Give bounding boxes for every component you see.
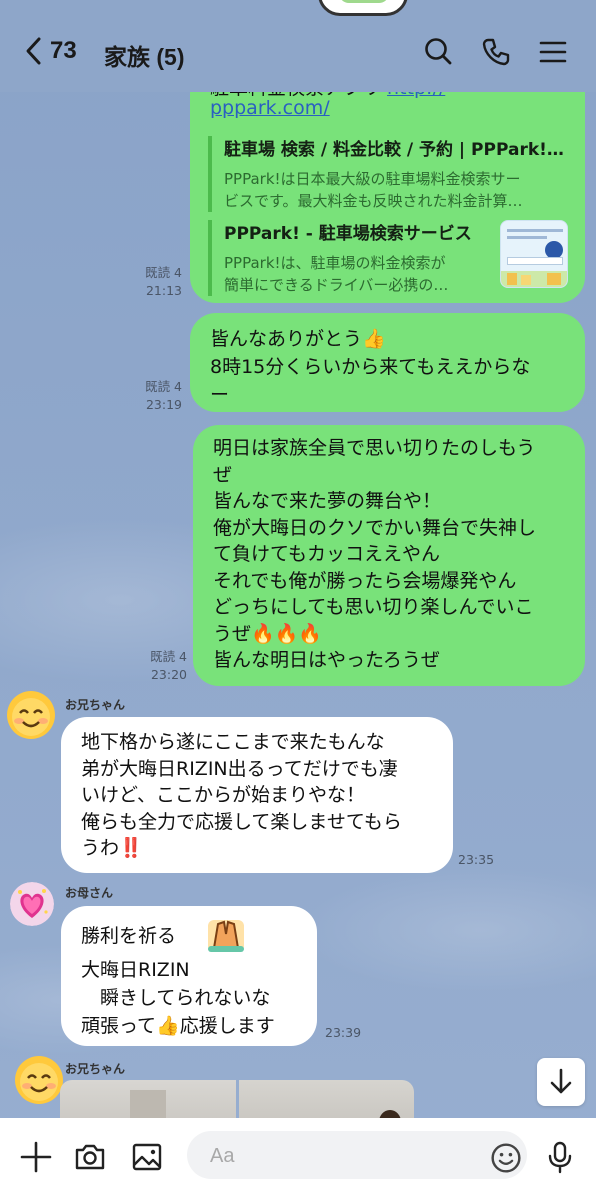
- shared-photo[interactable]: [239, 1080, 414, 1118]
- message-text: うわ: [81, 837, 120, 859]
- message-link-continued[interactable]: pppark.com/: [210, 94, 330, 122]
- message-text: 皆んな明日はやったろうぜ: [213, 649, 440, 671]
- message-text: 8時15分くらいから来てもええからな: [210, 356, 531, 378]
- sender-name: お兄ちゃん: [65, 1062, 126, 1076]
- read-receipt: 既読 4 21:13: [120, 264, 182, 300]
- message-text: 俺が大晦日のクソでかい舞台で失神し: [213, 516, 537, 539]
- link-preview-title: 駐車場 検索 / 料金比較 / 予約 | PPPark!…: [224, 140, 564, 160]
- unread-count: 73: [50, 37, 77, 64]
- image-icon: [132, 1143, 162, 1171]
- message-text: 皆んなで来た夢の舞台や！: [213, 490, 442, 512]
- image-picker-button[interactable]: [127, 1137, 167, 1177]
- message-input-bar: Aa: [0, 1118, 596, 1200]
- plus-icon: [20, 1141, 52, 1173]
- message-text: て負けてもカッコええやん: [213, 543, 441, 565]
- read-receipt: 既読 4 23:20: [125, 648, 187, 684]
- message-bubble[interactable]: 地下格から遂にここまで来たもんな 弟が大晦日RIZIN出るってだけでも凄 いけど…: [61, 717, 453, 873]
- message-input-placeholder: Aa: [210, 1145, 235, 1167]
- message-text: ぜ: [213, 463, 233, 486]
- message-text: いけど、ここからが始まりやな！: [81, 784, 366, 806]
- message-text: 大晦日RIZIN: [81, 959, 190, 981]
- message-bubble[interactable]: 勝利を祈る 大晦日RIZIN 瞬きしてられないな 頑張って👍応援します: [61, 906, 317, 1046]
- message-text: 地下格から遂にここまで来たもんな: [81, 731, 385, 753]
- avatar-big-brother[interactable]: [6, 690, 56, 740]
- message-text: 瞬きしてられないな: [81, 987, 271, 1009]
- hamburger-menu-icon: [539, 41, 567, 63]
- emoji-button[interactable]: [486, 1138, 522, 1174]
- emoji-icon: [491, 1143, 521, 1173]
- link-preview-description: ビスです。最大料金も反映された料金計算…: [224, 192, 523, 210]
- back-button[interactable]: 73: [22, 35, 77, 67]
- message-bubble[interactable]: 皆んなありがとう👍 8時15分くらいから来てもええからな ー: [190, 313, 585, 412]
- link-preview-thumbnail[interactable]: [500, 220, 568, 288]
- search-button[interactable]: [420, 34, 456, 70]
- phone-icon: [482, 38, 510, 66]
- link-preview-title: PPPark! - 駐車場検索サービス: [224, 224, 472, 244]
- message-time: 21:13: [145, 283, 182, 298]
- menu-button[interactable]: [535, 34, 571, 70]
- message-text: どっちにしても思い切り楽しんでいこ: [213, 596, 534, 618]
- call-button[interactable]: [478, 34, 514, 70]
- fire-emoji: 🔥🔥🔥: [251, 622, 322, 645]
- message-text: うぜ: [213, 622, 252, 645]
- link-preview-description: PPPark!は日本最大級の駐車場料金検索サー: [224, 170, 521, 188]
- message-text: 皆んなありがとう👍: [210, 328, 386, 350]
- chat-header: 73 家族 (5): [0, 0, 596, 92]
- message-time: 23:20: [150, 667, 187, 682]
- avatar-mother[interactable]: [10, 882, 54, 926]
- shared-photo[interactable]: [60, 1080, 236, 1118]
- sender-name: お兄ちゃん: [65, 698, 126, 712]
- message-bubble[interactable]: 明日は家族全員で思い切りたのしもう ぜ 皆んなで来た夢の舞台や！ 俺が大晦日のク…: [193, 425, 585, 686]
- message-input[interactable]: [187, 1131, 527, 1179]
- double-exclamation-emoji: ‼️: [119, 837, 143, 859]
- link-preview-description: 簡単にできるドライバー必携の…: [224, 276, 449, 294]
- message-text: ー: [210, 384, 230, 406]
- message-text: 俺らも全力で応援して楽しませてもら: [81, 810, 402, 833]
- chat-title: 家族 (5): [104, 44, 185, 70]
- avatar-big-brother[interactable]: [14, 1055, 64, 1105]
- microphone-icon: [548, 1141, 572, 1174]
- camera-button[interactable]: [70, 1137, 110, 1177]
- scroll-to-bottom-button[interactable]: [537, 1058, 585, 1106]
- praying-hands-sticker: [204, 914, 248, 954]
- partial-sticker: [318, 0, 408, 16]
- camera-icon: [75, 1144, 105, 1170]
- message-text: 勝利を祈る: [81, 925, 177, 947]
- sender-name: お母さん: [65, 886, 114, 900]
- add-attachment-button[interactable]: [16, 1137, 56, 1177]
- link-preview-card[interactable]: PPPark! - 駐車場検索サービス PPPark!は、駐車場の料金検索が 簡…: [208, 220, 494, 296]
- search-icon: [425, 38, 452, 65]
- message-text: それでも俺が勝ったら会場爆発やん: [213, 569, 517, 592]
- message-time: 23:35: [458, 852, 495, 867]
- arrow-down-icon: [550, 1068, 572, 1094]
- chevron-left-icon: [26, 37, 41, 65]
- voice-message-button[interactable]: [540, 1137, 580, 1177]
- message-text: 頑張って👍応援します: [81, 1015, 275, 1037]
- message-time: 23:39: [325, 1025, 362, 1040]
- message-text: 弟が大晦日RIZIN出るってだけでも凄: [81, 757, 398, 780]
- link-preview-description: PPPark!は、駐車場の料金検索が: [224, 254, 446, 272]
- message-text: 明日は家族全員で思い切りたのしもう: [213, 437, 536, 459]
- message-time: 23:19: [145, 397, 182, 412]
- chat-message-list[interactable]: 既読 4 21:13 駐車料金検索アプリ http:// pppark.com/…: [0, 0, 596, 1118]
- read-receipt: 既読 4 23:19: [120, 378, 182, 414]
- link-preview-card[interactable]: 駐車場 検索 / 料金比較 / 予約 | PPPark!… PPPark!は日本…: [208, 136, 568, 212]
